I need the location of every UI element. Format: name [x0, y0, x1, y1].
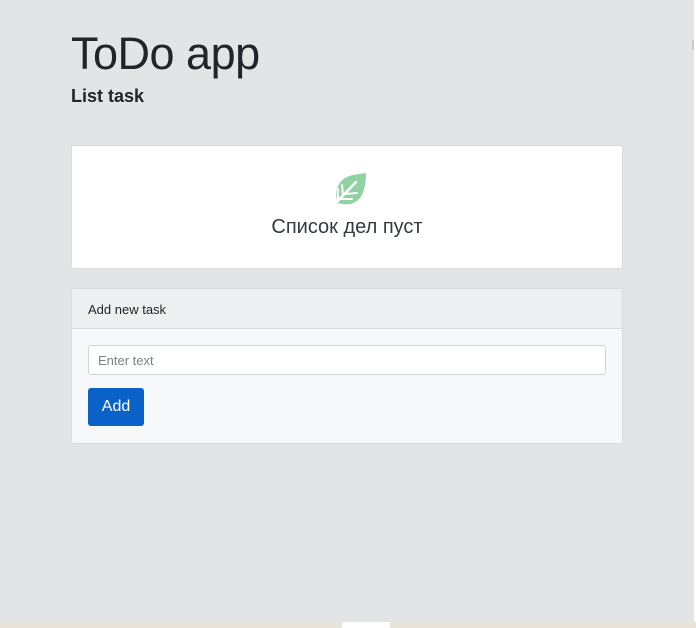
bottom-strip-highlight [342, 622, 390, 628]
task-text-input[interactable] [88, 345, 606, 375]
leaf-icon [328, 173, 366, 211]
add-task-card-title: Add new task [88, 302, 167, 317]
add-task-button[interactable]: Add [88, 388, 144, 426]
bottom-strip [0, 622, 696, 628]
add-task-card-header: Add new task [72, 289, 622, 329]
empty-list-message: Список дел пуст [271, 216, 423, 238]
add-task-card: Add new task Add [71, 288, 623, 444]
scrollbar-mark [692, 40, 694, 50]
app-title: ToDo app [71, 28, 260, 79]
empty-state-card: Список дел пуст [71, 145, 623, 269]
list-task-heading: List task [71, 86, 145, 106]
